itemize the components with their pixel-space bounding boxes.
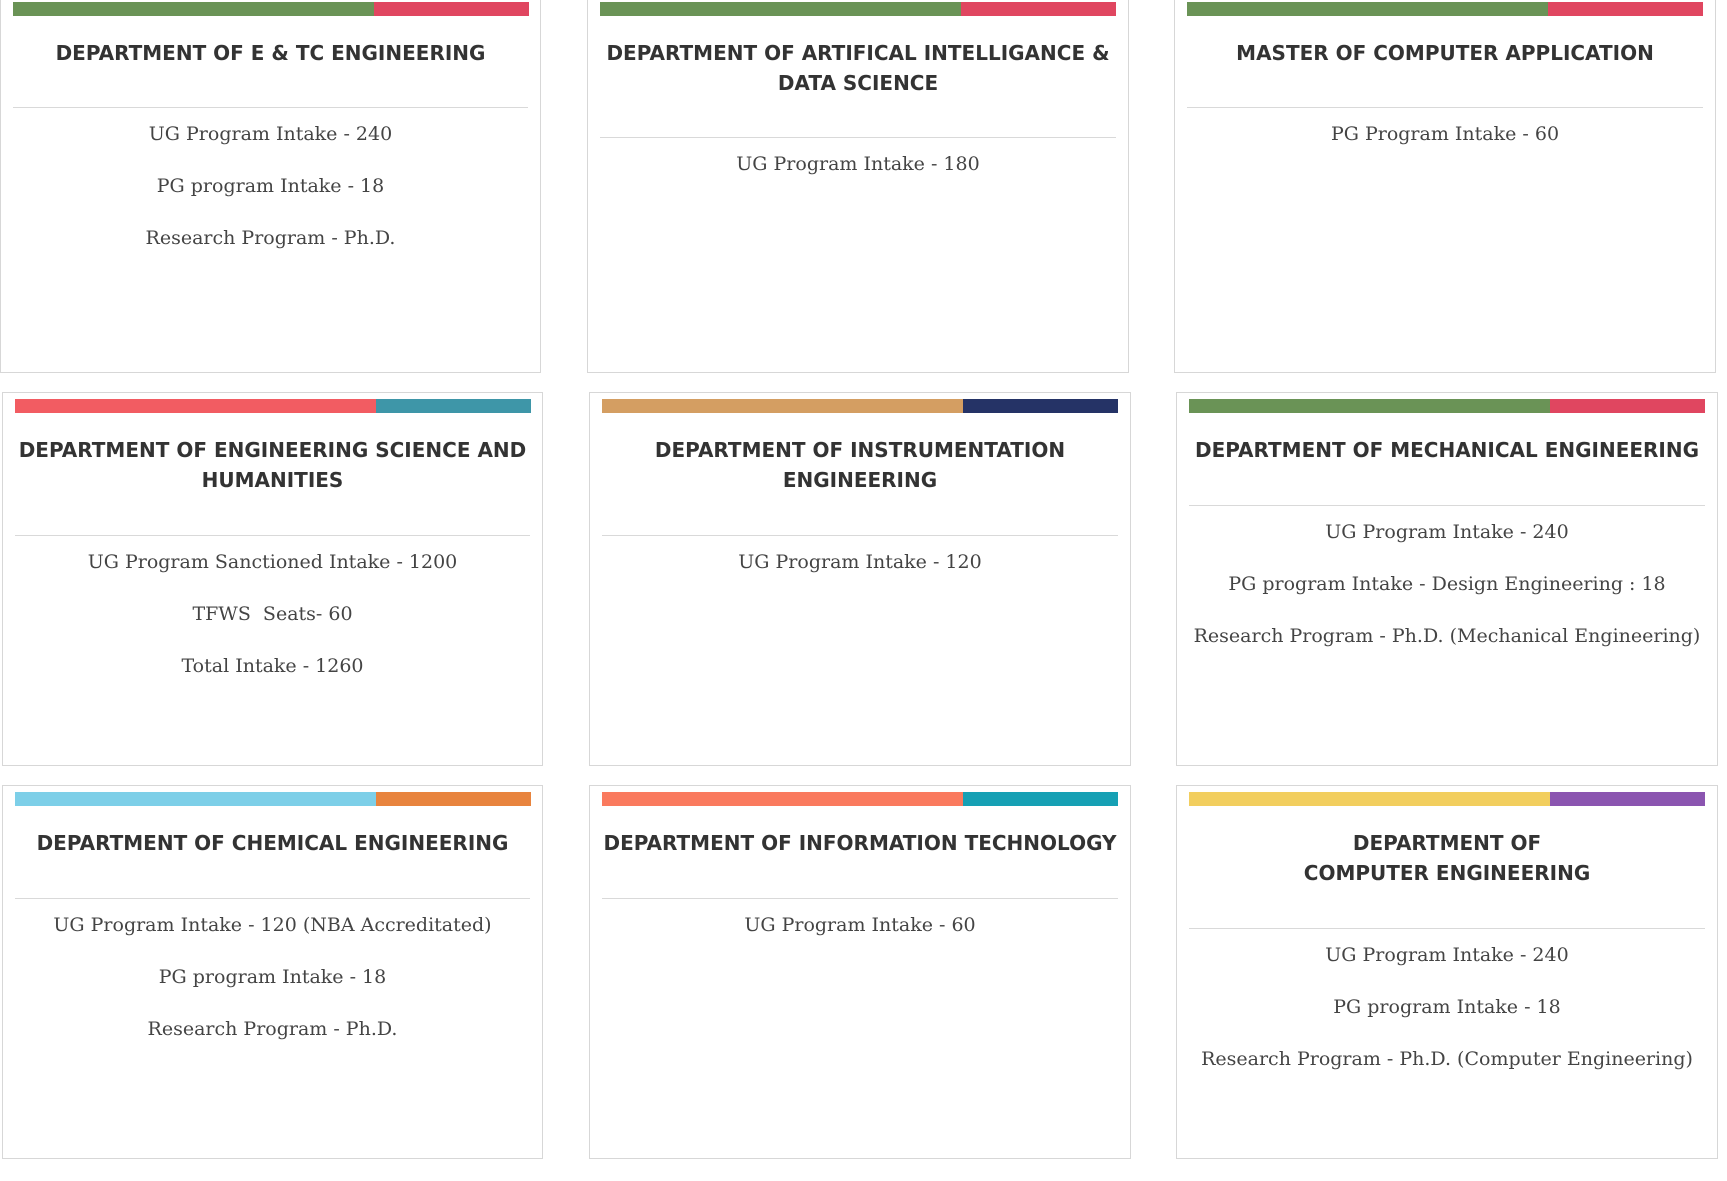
department-card-mechanical: DEPARTMENT OF MECHANICAL ENGINEERING UG … — [1176, 392, 1718, 766]
card-title: DEPARTMENT OF INFORMATION TECHNOLOGY — [603, 831, 1117, 855]
accent-bar-right — [1548, 2, 1703, 16]
program-list: UG Program Intake - 120 — [590, 550, 1130, 602]
accent-bar — [13, 2, 529, 16]
accent-bar-right — [961, 2, 1116, 16]
accent-bar-left — [602, 792, 964, 806]
program-line: Research Program - Ph.D. — [145, 227, 396, 249]
program-line: UG Program Intake - 180 — [736, 153, 980, 175]
card-title: DEPARTMENT OF CHEMICAL ENGINEERING — [36, 831, 509, 855]
accent-bar — [1189, 399, 1705, 413]
accent-bar — [15, 399, 531, 413]
program-line: PG program Intake - Design Engineering :… — [1228, 573, 1666, 595]
accent-bar-left — [15, 399, 377, 413]
program-list: UG Program Intake - 180 — [588, 152, 1128, 204]
program-line: PG program Intake - 18 — [1333, 996, 1561, 1018]
department-card-engg-science: DEPARTMENT OF ENGINEERING SCIENCE AND HU… — [2, 392, 543, 766]
department-card-mca: MASTER OF COMPUTER APPLICATION PG Progra… — [1174, 0, 1716, 373]
program-list: UG Program Intake - 120 (NBA Accreditate… — [3, 913, 542, 1069]
accent-bar-left — [1187, 2, 1549, 16]
card-title: DEPARTMENT OF MECHANICAL ENGINEERING — [1194, 438, 1700, 462]
accent-bar-right — [963, 792, 1118, 806]
program-line: UG Program Intake - 240 — [1325, 944, 1569, 966]
accent-bar-right — [376, 399, 531, 413]
accent-bar-right — [1550, 792, 1705, 806]
accent-bar — [600, 2, 1116, 16]
accent-bar — [1187, 2, 1703, 16]
department-card-computer: DEPARTMENT OF COMPUTER ENGINEERING UG Pr… — [1176, 785, 1718, 1159]
divider — [1189, 928, 1705, 929]
accent-bar-left — [600, 2, 962, 16]
program-line: UG Program Intake - 120 — [738, 551, 982, 573]
accent-bar-right — [374, 2, 529, 16]
card-title: DEPARTMENT OF E & TC ENGINEERING — [55, 41, 486, 65]
accent-bar-right — [1550, 399, 1705, 413]
card-title: DEPARTMENT OF ARTIFICAL INTELLIGANCE & D… — [606, 41, 1110, 95]
divider — [600, 137, 1116, 138]
program-list: UG Program Sanctioned Intake - 1200 TFWS… — [3, 550, 542, 706]
program-line: UG Program Intake - 60 — [744, 914, 976, 936]
program-line: UG Program Sanctioned Intake - 1200 — [87, 551, 458, 573]
department-card-etc: DEPARTMENT OF E & TC ENGINEERING UG Prog… — [0, 0, 541, 373]
divider — [602, 898, 1118, 899]
card-title: DEPARTMENT OF COMPUTER ENGINEERING — [1303, 831, 1591, 885]
accent-bar — [15, 792, 531, 806]
program-list: UG Program Intake - 240 PG program Intak… — [1177, 520, 1717, 676]
department-card-ai-ds: DEPARTMENT OF ARTIFICAL INTELLIGANCE & D… — [587, 0, 1129, 373]
program-line: Total Intake - 1260 — [181, 655, 364, 677]
program-line: UG Program Intake - 120 (NBA Accreditate… — [53, 914, 492, 936]
program-line: Research Program - Ph.D. — [147, 1018, 398, 1040]
divider — [1187, 107, 1703, 108]
card-title: DEPARTMENT OF INSTRUMENTATION ENGINEERIN… — [654, 438, 1066, 492]
divider — [15, 535, 530, 536]
program-line: UG Program Intake - 240 — [1325, 521, 1569, 543]
program-line: TFWS Seats- 60 — [192, 603, 353, 625]
card-title: DEPARTMENT OF ENGINEERING SCIENCE AND HU… — [18, 438, 527, 492]
accent-bar — [602, 792, 1118, 806]
accent-bar-left — [15, 792, 377, 806]
program-list: UG Program Intake - 240 PG program Intak… — [1, 122, 540, 278]
department-card-it: DEPARTMENT OF INFORMATION TECHNOLOGY UG … — [589, 785, 1131, 1159]
program-line: Research Program - Ph.D. (Computer Engin… — [1201, 1048, 1693, 1070]
accent-bar-right — [963, 399, 1118, 413]
accent-bar — [1189, 792, 1705, 806]
program-list: UG Program Intake - 240 PG program Intak… — [1177, 943, 1717, 1099]
card-title: MASTER OF COMPUTER APPLICATION — [1236, 41, 1654, 65]
program-line: UG Program Intake - 240 — [148, 123, 393, 145]
accent-bar-left — [1189, 792, 1551, 806]
program-list: PG Program Intake - 60 — [1175, 122, 1715, 174]
divider — [15, 898, 530, 899]
divider — [1189, 505, 1705, 506]
divider — [13, 107, 528, 108]
accent-bar-left — [1189, 399, 1551, 413]
accent-bar-left — [602, 399, 964, 413]
program-line: Research Program - Ph.D. (Mechanical Eng… — [1193, 625, 1701, 647]
program-line: PG program Intake - 18 — [158, 966, 387, 988]
accent-bar-right — [376, 792, 531, 806]
program-list: UG Program Intake - 60 — [590, 913, 1130, 965]
accent-bar — [602, 399, 1118, 413]
accent-bar-left — [13, 2, 375, 16]
divider — [602, 535, 1118, 536]
program-line: PG Program Intake - 60 — [1330, 123, 1560, 145]
department-card-chemical: DEPARTMENT OF CHEMICAL ENGINEERING UG Pr… — [2, 785, 543, 1159]
department-card-instrumentation: DEPARTMENT OF INSTRUMENTATION ENGINEERIN… — [589, 392, 1131, 766]
program-line: PG program Intake - 18 — [156, 175, 385, 197]
